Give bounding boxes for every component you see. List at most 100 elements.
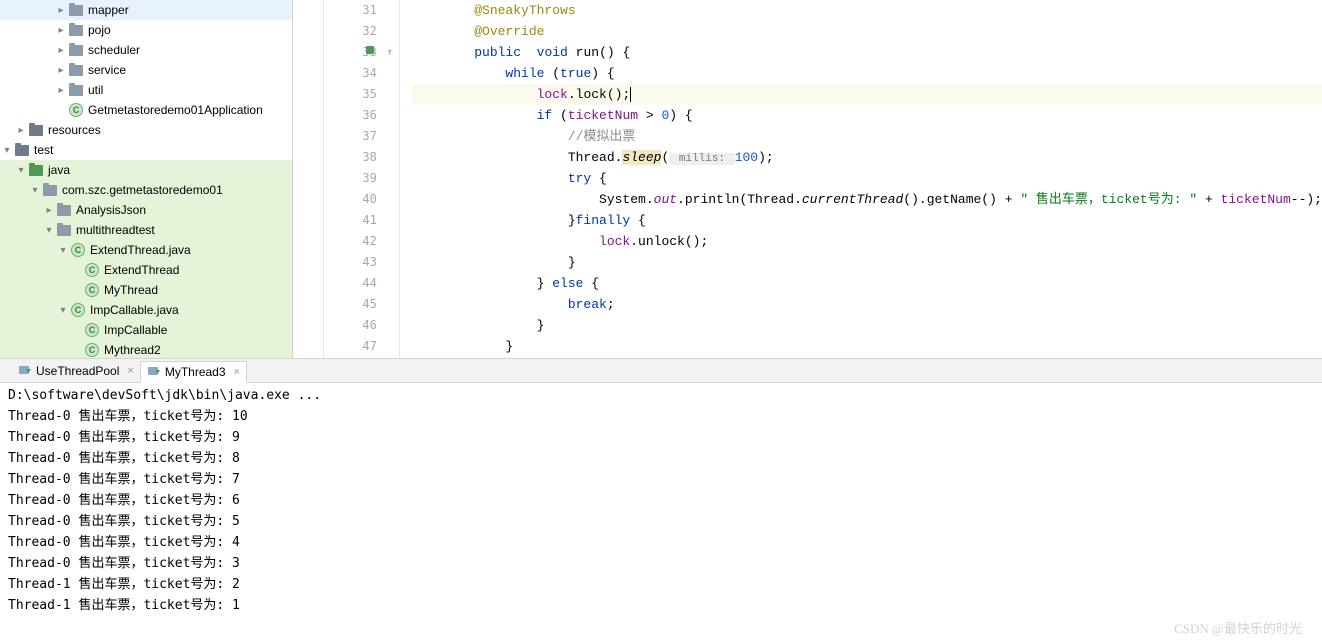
tree-arrow-icon[interactable]: ▾ [28, 185, 42, 196]
line-number[interactable]: 47 [324, 336, 377, 357]
line-number[interactable]: 40 [324, 189, 377, 210]
line-number[interactable]: 43 [324, 252, 377, 273]
line-number[interactable]: 38 [324, 147, 377, 168]
folder-icon [68, 82, 84, 98]
run-tab-mythread3[interactable]: MyThread3× [140, 361, 247, 383]
tree-label: resources [48, 123, 101, 137]
code-line[interactable]: @Override [412, 21, 1322, 42]
tree-arrow-icon[interactable]: ▸ [42, 205, 56, 216]
run-tab-usethreadpool[interactable]: UseThreadPool × [12, 360, 140, 382]
tree-arrow-icon[interactable]: ▾ [14, 165, 28, 176]
console-line: Thread-1 售出车票，ticket号为: 2 [8, 574, 1314, 595]
code-line[interactable]: try { [412, 168, 1322, 189]
code-line[interactable]: System.out.println(Thread.currentThread(… [412, 189, 1322, 210]
tree-item-java[interactable]: ▾ java [0, 160, 292, 180]
tree-label: util [88, 83, 103, 97]
tree-arrow-icon[interactable]: ▾ [0, 145, 14, 156]
line-number[interactable]: 34 [324, 63, 377, 84]
code-editor[interactable]: 313233↑3435363738394041424344454647 @Sne… [293, 0, 1322, 358]
override-gutter-icon[interactable] [366, 46, 374, 54]
class-icon: C [84, 342, 100, 358]
line-gutter[interactable]: 313233↑3435363738394041424344454647 [324, 0, 400, 358]
folder-icon [68, 22, 84, 38]
tree-label: test [34, 143, 53, 157]
line-number[interactable]: 39 [324, 168, 377, 189]
folder-icon [68, 2, 84, 18]
code-line[interactable]: public void run() { [412, 42, 1322, 63]
tree-label: pojo [88, 23, 111, 37]
tree-item-impcallable[interactable]: ▸CImpCallable [0, 320, 292, 340]
console-line: Thread-0 售出车票，ticket号为: 8 [8, 448, 1314, 469]
tree-item-multithreadtest[interactable]: ▾multithreadtest [0, 220, 292, 240]
run-config-icon [147, 364, 161, 381]
code-line[interactable]: } [412, 336, 1322, 357]
line-number[interactable]: 36 [324, 105, 377, 126]
tree-label: AnalysisJson [76, 203, 146, 217]
tree-item-mythread2[interactable]: ▸CMythread2 [0, 340, 292, 358]
line-number[interactable]: 41 [324, 210, 377, 231]
tree-label: java [48, 163, 70, 177]
line-number[interactable]: 44 [324, 273, 377, 294]
folder-icon [56, 202, 72, 218]
tree-item-pojo[interactable]: ▸ pojo [0, 20, 292, 40]
tree-arrow-icon[interactable]: ▸ [54, 5, 68, 16]
code-line[interactable]: }finally { [412, 210, 1322, 231]
line-number[interactable]: 37 [324, 126, 377, 147]
tree-item-analysisjson[interactable]: ▸ AnalysisJson [0, 200, 292, 220]
tree-item-impcallable-java[interactable]: ▾CImpCallable.java [0, 300, 292, 320]
console-line: Thread-0 售出车票，ticket号为: 7 [8, 469, 1314, 490]
line-number[interactable]: 35 [324, 84, 377, 105]
tree-label: ExtendThread.java [90, 243, 191, 257]
tree-item-extendthread-java[interactable]: ▾CExtendThread.java [0, 240, 292, 260]
tree-item-com-szc-getmetastoredemo01[interactable]: ▾com.szc.getmetastoredemo01 [0, 180, 292, 200]
tree-arrow-icon[interactable]: ▸ [54, 85, 68, 96]
close-icon[interactable]: × [127, 365, 133, 377]
tree-item-getmetastoredemo01application[interactable]: ▸CGetmetastoredemo01Application [0, 100, 292, 120]
console-output[interactable]: D:\software\devSoft\jdk\bin\java.exe ...… [0, 383, 1322, 643]
line-number[interactable]: 31 [324, 0, 377, 21]
tree-item-mapper[interactable]: ▸mapper [0, 0, 292, 20]
tree-item-resources[interactable]: ▸ resources [0, 120, 292, 140]
tree-label: scheduler [88, 43, 140, 57]
console-line: Thread-1 售出车票，ticket号为: 1 [8, 595, 1314, 616]
tree-label: Mythread2 [104, 343, 161, 357]
code-line[interactable]: //模拟出票 [412, 126, 1322, 147]
tree-arrow-icon[interactable]: ▾ [56, 245, 70, 256]
folder-icon [68, 62, 84, 78]
tree-item-extendthread[interactable]: ▸CExtendThread [0, 260, 292, 280]
code-line[interactable]: } [412, 315, 1322, 336]
project-tree[interactable]: ▸mapper▸pojo▸scheduler▸service▸util▸CGet… [0, 0, 293, 358]
tree-label: ImpCallable.java [90, 303, 179, 317]
console-line: Thread-0 售出车票，ticket号为: 9 [8, 427, 1314, 448]
code-line[interactable]: lock.lock(); [412, 84, 1322, 105]
tree-item-util[interactable]: ▸ util [0, 80, 292, 100]
code-body[interactable]: @SneakyThrows @Override public void run(… [400, 0, 1322, 358]
code-line[interactable]: lock.unlock(); [412, 231, 1322, 252]
tree-arrow-icon[interactable]: ▾ [56, 305, 70, 316]
tree-arrow-icon[interactable]: ▸ [54, 65, 68, 76]
code-line[interactable]: if (ticketNum > 0) { [412, 105, 1322, 126]
tree-arrow-icon[interactable]: ▾ [42, 225, 56, 236]
code-line[interactable]: break; [412, 294, 1322, 315]
line-number[interactable]: 32 [324, 21, 377, 42]
tree-item-test[interactable]: ▾ test [0, 140, 292, 160]
line-number[interactable]: 42 [324, 231, 377, 252]
tree-arrow-icon[interactable]: ▸ [54, 45, 68, 56]
run-tabs-bar[interactable]: UseThreadPool×MyThread3× [0, 359, 1322, 383]
line-number[interactable]: 45 [324, 294, 377, 315]
code-line[interactable]: Thread.sleep( millis: 100); [412, 147, 1322, 168]
code-line[interactable]: } else { [412, 273, 1322, 294]
tab-label: UseThreadPool [36, 364, 119, 378]
tree-item-scheduler[interactable]: ▸ scheduler [0, 40, 292, 60]
tree-arrow-icon[interactable]: ▸ [14, 125, 28, 136]
line-number[interactable]: 33↑ [324, 42, 377, 63]
tree-arrow-icon[interactable]: ▸ [54, 25, 68, 36]
code-line[interactable]: while (true) { [412, 63, 1322, 84]
line-number[interactable]: 46 [324, 315, 377, 336]
tree-item-service[interactable]: ▸service [0, 60, 292, 80]
code-line[interactable]: } [412, 252, 1322, 273]
code-line[interactable]: @SneakyThrows [412, 0, 1322, 21]
tree-item-mythread[interactable]: ▸CMyThread [0, 280, 292, 300]
close-icon[interactable]: × [234, 366, 240, 378]
console-line: D:\software\devSoft\jdk\bin\java.exe ... [8, 385, 1314, 406]
